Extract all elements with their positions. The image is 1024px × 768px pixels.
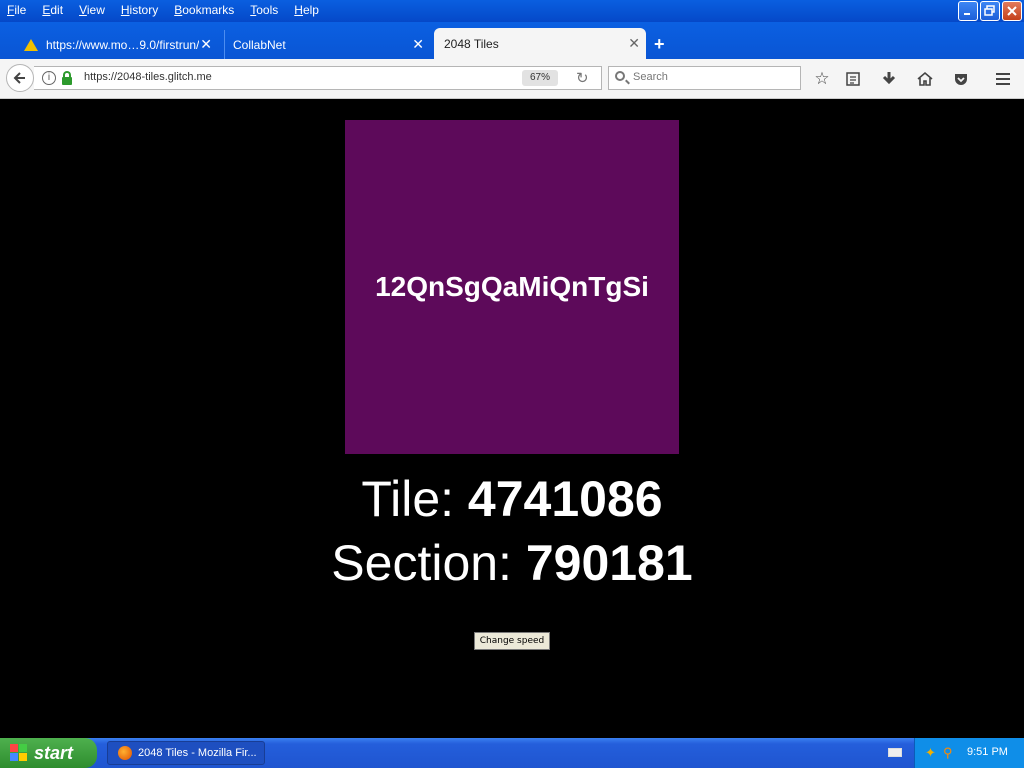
section-label: Section: bbox=[331, 535, 526, 591]
menu: File Edit View History Bookmarks Tools H… bbox=[0, 3, 328, 17]
back-button[interactable] bbox=[6, 64, 34, 92]
home-icon[interactable] bbox=[914, 68, 936, 90]
menu-help[interactable]: Help bbox=[294, 3, 319, 17]
start-button[interactable]: start bbox=[0, 738, 97, 768]
new-tab-button[interactable]: + bbox=[654, 34, 665, 55]
section-counter: Section: 790181 bbox=[0, 534, 1024, 592]
search-placeholder: Search bbox=[633, 71, 668, 83]
tab-close-icon[interactable]: ✕ bbox=[200, 36, 212, 53]
pocket-icon[interactable] bbox=[950, 68, 972, 90]
tab-2048-tiles[interactable]: 2048 Tiles ✕ bbox=[434, 28, 646, 59]
keyboard-icon[interactable] bbox=[888, 748, 902, 757]
taskbar-item-label: 2048 Tiles - Mozilla Fir... bbox=[138, 747, 257, 759]
section-value: 790181 bbox=[525, 535, 693, 591]
back-arrow-icon bbox=[13, 72, 25, 84]
url-text[interactable]: https://2048-tiles.glitch.me bbox=[84, 71, 212, 83]
tile-square: 12QnSgQaMiQnTgSi bbox=[345, 120, 679, 454]
tab-label: https://www.mo…9.0/firstrun/ bbox=[46, 37, 200, 52]
menu-view[interactable]: View bbox=[79, 3, 105, 17]
zoom-indicator[interactable]: 67% bbox=[522, 70, 558, 86]
windows-flag-icon bbox=[10, 744, 28, 762]
menu-tools[interactable]: Tools bbox=[250, 3, 278, 17]
search-input[interactable]: Search bbox=[608, 66, 801, 90]
tab-collabnet[interactable]: CollabNet ✕ bbox=[224, 30, 430, 59]
menu-edit[interactable]: Edit bbox=[42, 3, 63, 17]
clock: 9:51 PM bbox=[967, 746, 1008, 758]
reload-icon[interactable]: ↻ bbox=[576, 69, 589, 87]
lock-icon[interactable] bbox=[62, 71, 72, 85]
menu-history[interactable]: History bbox=[121, 3, 158, 17]
warning-icon bbox=[24, 38, 38, 51]
tile-text: 12QnSgQaMiQnTgSi bbox=[375, 271, 649, 302]
menu-bar: File Edit View History Bookmarks Tools H… bbox=[0, 0, 1024, 22]
taskbar-item-firefox[interactable]: 2048 Tiles - Mozilla Fir... bbox=[107, 741, 265, 765]
start-label: start bbox=[34, 742, 74, 763]
restore-icon bbox=[984, 5, 995, 16]
firefox-icon bbox=[118, 746, 132, 760]
tile-counter: Tile: 4741086 bbox=[0, 470, 1024, 528]
change-speed-button[interactable]: Change speed bbox=[474, 632, 550, 650]
taskbar: start 2048 Tiles - Mozilla Fir... ✦ ⚲ 9:… bbox=[0, 738, 1024, 768]
tab-strip: https://www.mo…9.0/firstrun/ ✕ CollabNet… bbox=[0, 22, 1024, 59]
tab-firstrun[interactable]: https://www.mo…9.0/firstrun/ ✕ bbox=[18, 30, 218, 59]
minimize-button[interactable] bbox=[958, 1, 978, 21]
tab-label: CollabNet bbox=[233, 37, 286, 52]
close-icon bbox=[1007, 6, 1017, 16]
search-tray-icon[interactable]: ⚲ bbox=[943, 745, 957, 760]
tab-close-icon[interactable]: ✕ bbox=[412, 36, 424, 53]
menu-file[interactable]: File bbox=[7, 3, 26, 17]
restore-button[interactable] bbox=[980, 1, 1000, 21]
network-icon[interactable]: ✦ bbox=[925, 745, 939, 760]
hamburger-menu-icon[interactable] bbox=[992, 68, 1014, 90]
tile-value: 4741086 bbox=[467, 471, 663, 527]
tab-label: 2048 Tiles bbox=[444, 36, 499, 51]
url-bar[interactable]: i https://2048-tiles.glitch.me 67% ↻ bbox=[34, 66, 602, 90]
system-tray: ✦ ⚲ 9:51 PM bbox=[914, 738, 1024, 768]
info-icon[interactable]: i bbox=[42, 71, 56, 85]
menu-bookmarks[interactable]: Bookmarks bbox=[174, 3, 234, 17]
minimize-icon bbox=[964, 13, 970, 15]
window-controls bbox=[958, 1, 1022, 21]
bookmark-star-icon[interactable]: ☆ bbox=[811, 68, 833, 90]
search-icon bbox=[615, 71, 625, 81]
download-icon[interactable] bbox=[878, 68, 900, 90]
tile-label: Tile: bbox=[361, 471, 468, 527]
tab-close-icon[interactable]: ✕ bbox=[628, 35, 640, 52]
nav-bar: i https://2048-tiles.glitch.me 67% ↻ Sea… bbox=[0, 59, 1024, 99]
reading-list-icon[interactable] bbox=[842, 68, 864, 90]
close-window-button[interactable] bbox=[1002, 1, 1022, 21]
